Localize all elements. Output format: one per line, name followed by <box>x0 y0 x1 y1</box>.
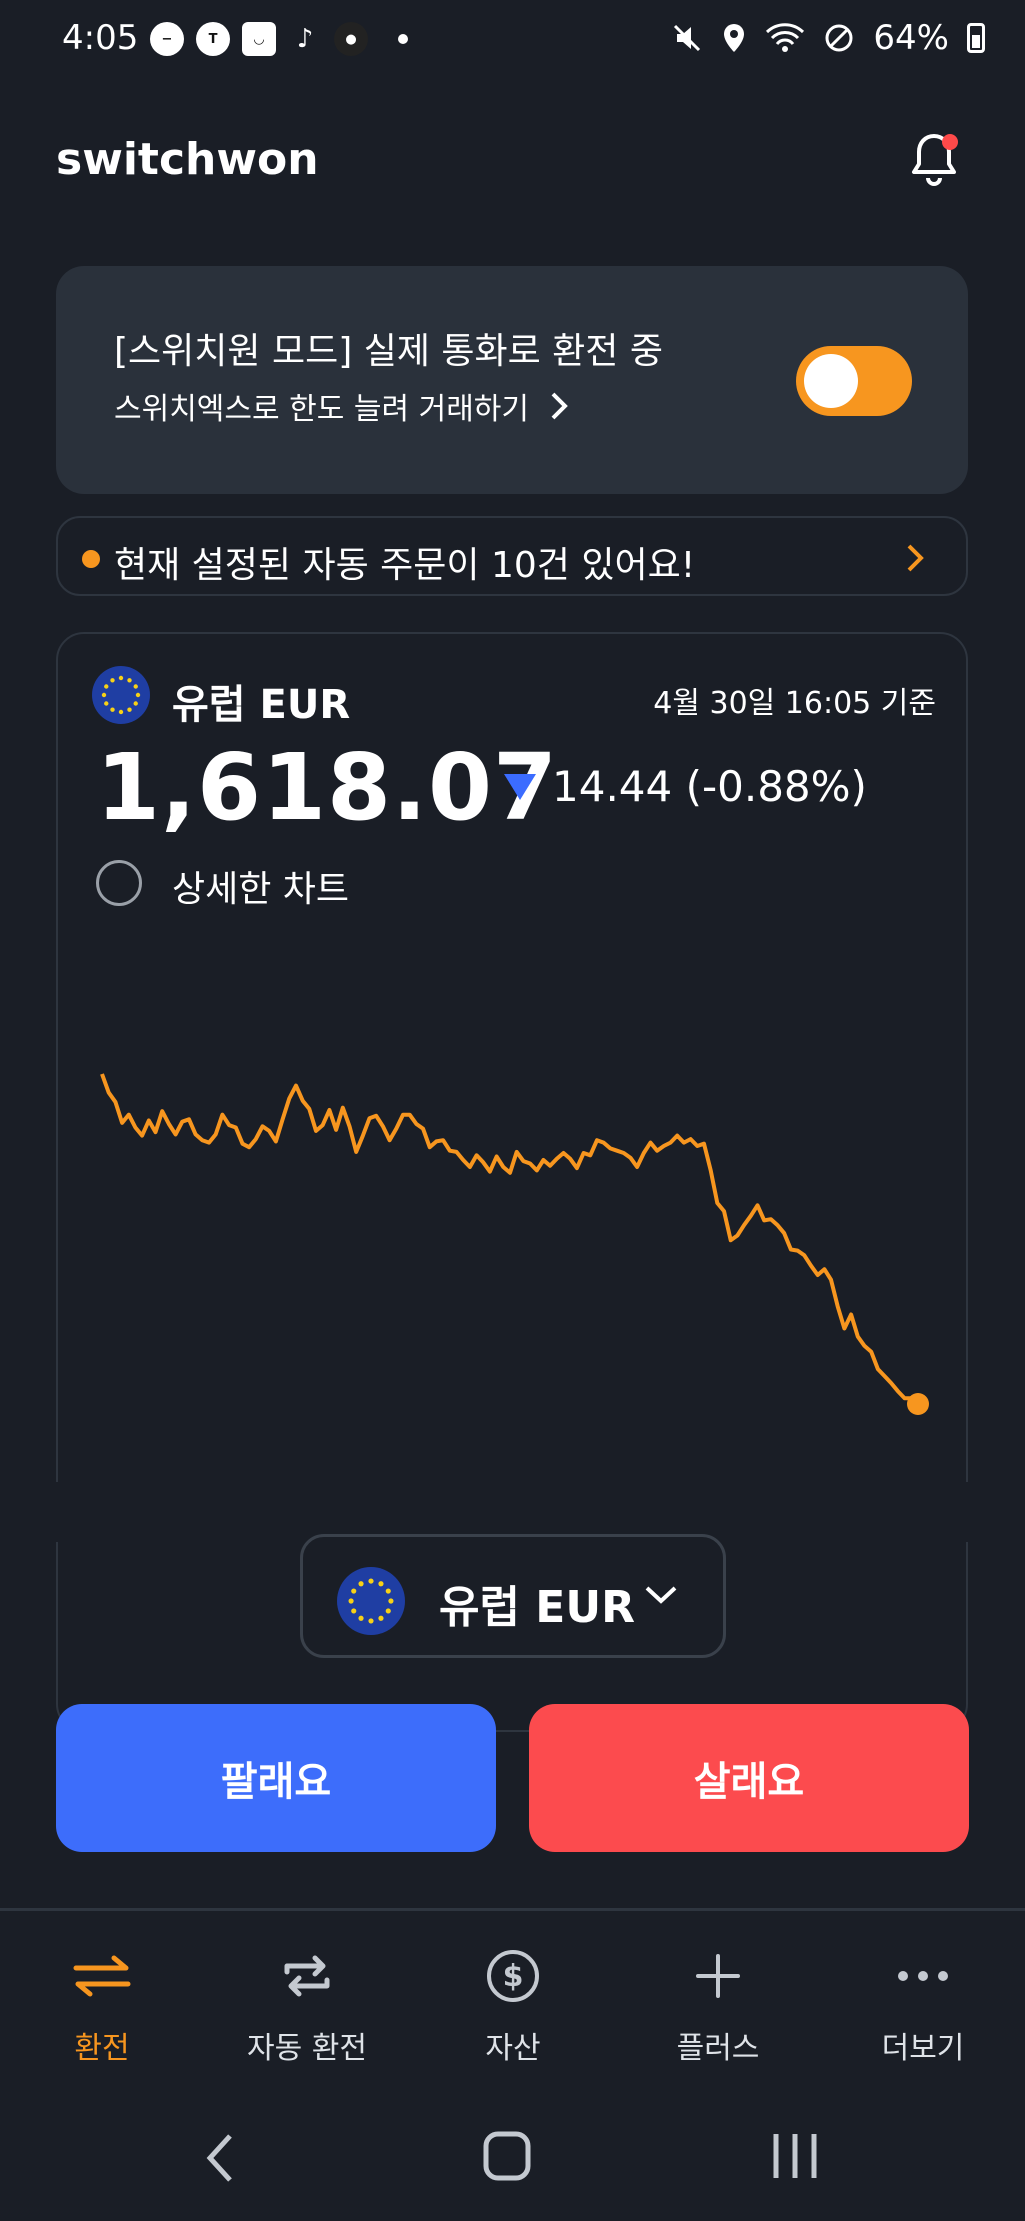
chart-card-cutoff <box>0 1482 1025 1542</box>
eu-star <box>358 1615 364 1621</box>
nav-label: 플러스 <box>676 2031 760 2066</box>
eu-star <box>351 1608 357 1614</box>
auto-order-banner[interactable]: 현재 설정된 자동 주문이 10건 있어요! <box>56 516 968 596</box>
sell-button[interactable]: 팔래요 <box>56 1704 496 1852</box>
blocked-icon <box>825 24 853 52</box>
nav-assets[interactable]: $ 자산 <box>413 1941 613 2067</box>
switchwon-mode-card: [스위치원 모드] 실제 통화로 환전 중 스위치엑스로 한도 늘려 거래하기 <box>56 266 968 494</box>
more-notifications-dot <box>398 34 408 44</box>
nav-label: 환전 <box>74 2031 130 2066</box>
eu-star <box>358 1581 364 1587</box>
wifi-icon <box>766 23 805 52</box>
bottom-nav: 환전 자동 환전 $ 자산 플러스 더보기 <box>0 1908 1025 2088</box>
nav-auto-exchange[interactable]: 자동 환전 <box>207 1941 407 2067</box>
home-icon[interactable] <box>482 2130 532 2182</box>
eu-star <box>378 1581 384 1587</box>
currency-selector[interactable]: 유럽 EUR <box>300 1534 726 1658</box>
location-icon <box>724 24 745 52</box>
chevron-down-icon <box>645 1586 677 1604</box>
switchx-link-label: 스위치엑스로 한도 늘려 거래하기 <box>114 392 530 427</box>
rate-line <box>100 1073 920 1406</box>
eu-flag-icon <box>337 1567 405 1635</box>
exchange-arrows-icon <box>73 1955 131 1997</box>
battery-icon <box>967 23 985 53</box>
nav-label: 자동 환전 <box>247 2031 367 2066</box>
repeat-icon <box>284 1955 330 1997</box>
eu-star <box>348 1598 354 1604</box>
chevron-right-icon <box>551 392 568 420</box>
recent-apps-icon[interactable] <box>770 2130 820 2182</box>
back-icon[interactable] <box>200 2128 240 2188</box>
buy-button[interactable]: 살래요 <box>529 1704 969 1852</box>
eu-star <box>385 1588 391 1594</box>
nav-label: 더보기 <box>881 2031 965 2066</box>
eu-star <box>385 1608 391 1614</box>
eu-star <box>351 1588 357 1594</box>
switchx-link[interactable]: 스위치엑스로 한도 늘려 거래하기 <box>114 384 569 428</box>
minus-circle-icon: − <box>150 22 184 56</box>
eu-star <box>388 1598 394 1604</box>
chevron-right-icon <box>907 544 924 572</box>
eu-star <box>368 1578 374 1584</box>
app-logo: switchwon <box>56 134 319 185</box>
toggle-knob <box>804 354 858 408</box>
eu-star <box>378 1615 384 1621</box>
mode-toggle[interactable] <box>796 346 912 416</box>
tiktok-icon: ♪ <box>296 24 314 54</box>
nav-plus[interactable]: 플러스 <box>618 1941 818 2067</box>
nav-more[interactable]: 더보기 <box>823 1941 1023 2067</box>
currency-selector-label: 유럽 EUR <box>439 1582 635 1633</box>
notification-badge <box>942 134 958 150</box>
kakaotalk-icon: T <box>196 22 230 56</box>
mute-icon <box>674 24 701 52</box>
mode-title: [스위치원 모드] 실제 통화로 환전 중 <box>114 331 663 372</box>
auto-order-text: 현재 설정된 자동 주문이 10건 있어요! <box>114 545 696 586</box>
latest-point <box>907 1393 929 1415</box>
nav-exchange[interactable]: 환전 <box>2 1941 202 2067</box>
system-nav-bar <box>0 2090 1025 2221</box>
more-dots-icon <box>898 1971 948 1981</box>
dollar-circle-icon: $ <box>487 1950 539 2002</box>
svg-text:$: $ <box>503 1959 524 1994</box>
battery-percent: 64% <box>873 18 949 58</box>
notification-icons: − T ◡ ♪ ● <box>150 22 408 56</box>
nav-label: 자산 <box>485 2031 541 2066</box>
status-bar: 4:05 − T ◡ ♪ ● 64% <box>0 0 1025 80</box>
system-status: 64% <box>671 18 985 58</box>
plus-icon <box>696 1954 740 1998</box>
avatar-icon: ● <box>334 22 368 56</box>
shopping-bag-icon: ◡ <box>242 22 276 56</box>
eu-star <box>368 1618 374 1624</box>
status-time: 4:05 <box>62 18 139 58</box>
status-dot <box>82 550 100 568</box>
eu-stars <box>348 1578 394 1624</box>
